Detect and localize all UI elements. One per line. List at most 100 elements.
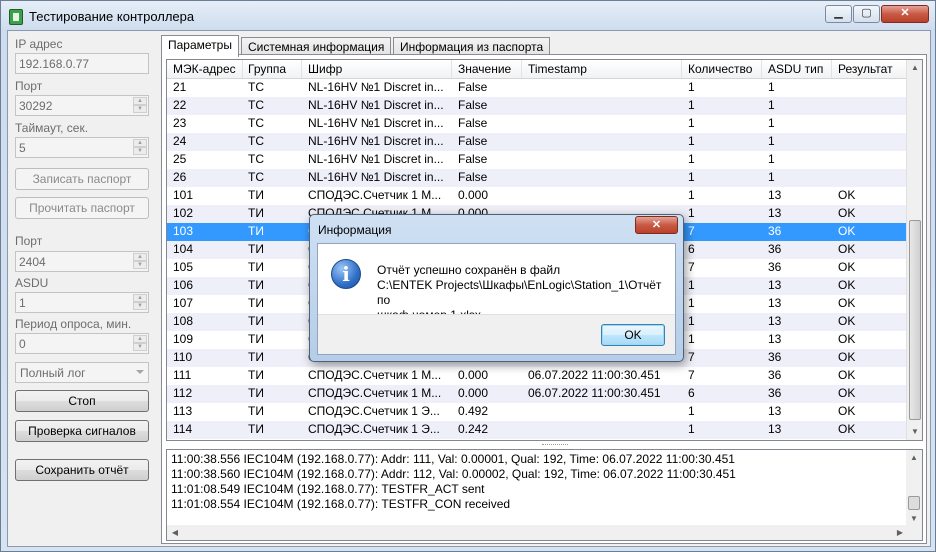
log-vertical-scrollbar[interactable]: ▲ ▼: [906, 450, 922, 526]
port1-spinner[interactable]: ▲ ▼: [133, 97, 147, 114]
table-cell: 06.07.2022 11:00:30.451: [528, 386, 661, 400]
period-spinner[interactable]: ▲ ▼: [133, 335, 147, 352]
table-cell: 1: [768, 152, 775, 166]
table-cell: ТИ: [248, 296, 264, 310]
table-cell: ТИ: [248, 350, 264, 364]
scroll-left-icon[interactable]: ◀: [167, 525, 183, 540]
scroll-down-icon[interactable]: ▼: [906, 512, 922, 526]
col-header[interactable]: Timestamp: [528, 62, 587, 76]
tab-parameters[interactable]: Параметры: [161, 35, 239, 57]
dialog-close-button[interactable]: ✕: [635, 216, 678, 234]
minimize-button[interactable]: ▁: [825, 5, 852, 23]
table-cell: OK: [838, 260, 856, 274]
timeout-spinner[interactable]: ▲ ▼: [133, 139, 147, 156]
table-row[interactable]: 22 ТС NL-16HV №1 Discret in... False 1 1: [167, 97, 908, 115]
table-row[interactable]: 25 ТС NL-16HV №1 Discret in... False 1 1: [167, 151, 908, 169]
period-field[interactable]: 0 ▲ ▼: [15, 333, 149, 354]
write-passport-button[interactable]: Записать паспорт: [15, 168, 149, 190]
log-horizontal-scrollbar[interactable]: ◀ ▶: [167, 525, 908, 540]
log-mode-select[interactable]: Полный лог: [15, 362, 149, 383]
table-cell: 6: [688, 386, 695, 400]
port1-field[interactable]: 30292 ▲ ▼: [15, 95, 149, 116]
table-cell: 1: [768, 170, 775, 184]
scroll-thumb[interactable]: [908, 496, 920, 510]
title-bar[interactable]: Тестирование контроллера ▁ ▢ ✕: [1, 1, 935, 31]
timeout-value: 5: [19, 141, 26, 155]
ip-label: IP адрес: [15, 37, 63, 51]
asdu-field[interactable]: 1 ▲ ▼: [15, 292, 149, 313]
table-cell: 1: [688, 296, 695, 310]
scroll-down-icon[interactable]: ▼: [907, 424, 922, 440]
table-cell: 6: [688, 242, 695, 256]
table-cell: 7: [688, 368, 695, 382]
check-signals-button[interactable]: Проверка сигналов: [15, 420, 149, 442]
table-cell: ТИ: [248, 368, 264, 382]
table-cell: False: [458, 80, 488, 94]
table-row[interactable]: 26 ТС NL-16HV №1 Discret in... False 1 1: [167, 169, 908, 187]
col-header[interactable]: Количество: [688, 62, 752, 76]
log-line: 11:01:08.554 IEC104M (192.168.0.77): TES…: [171, 497, 511, 511]
table-cell: 113: [173, 404, 193, 418]
table-cell: ТС: [248, 98, 264, 112]
ok-button[interactable]: OK: [601, 324, 665, 346]
table-cell: OK: [838, 350, 856, 364]
ip-field[interactable]: 192.168.0.77: [15, 53, 149, 74]
table-cell: ТИ: [248, 386, 264, 400]
table-cell: NL-16HV №1 Discret in...: [308, 170, 444, 184]
table-row[interactable]: 114 ТИ СПОДЭС.Счетчик 1 Э... 0.242 1 13 OK: [167, 421, 908, 439]
table-row[interactable]: 23 ТС NL-16HV №1 Discret in... False 1 1: [167, 115, 908, 133]
table-cell: OK: [838, 386, 856, 400]
info-dialog: Информация ✕ i Отчёт успешно сохранён в …: [309, 214, 684, 362]
table-cell: ТИ: [248, 260, 264, 274]
table-row[interactable]: 111 ТИ СПОДЭС.Счетчик 1 М... 0.000 06.07.202…: [167, 367, 908, 385]
table-cell: 22: [173, 98, 187, 112]
message-line: C:\ENTEK Projects\Шкафы\EnLogic\Station_…: [377, 278, 662, 307]
col-header[interactable]: Результат: [838, 62, 893, 76]
table-row[interactable]: 101 ТИ СПОДЭС.Счетчик 1 М... 0.000 1 13 OK: [167, 187, 908, 205]
table-cell: OK: [838, 314, 856, 328]
splitter-handle[interactable]: [542, 444, 568, 447]
log-line: 11:01:08.549 IEC104M (192.168.0.77): TES…: [171, 482, 485, 496]
table-cell: 1: [688, 152, 695, 166]
port2-value: 2404: [19, 255, 46, 269]
table-vertical-scrollbar[interactable]: ▲ ▼: [906, 60, 922, 440]
col-header[interactable]: ASDU тип: [768, 62, 823, 76]
port2-spinner[interactable]: ▲ ▼: [133, 253, 147, 270]
read-passport-button[interactable]: Прочитать паспорт: [15, 197, 149, 219]
col-header[interactable]: Шифр: [308, 62, 342, 76]
timeout-field[interactable]: 5 ▲ ▼: [15, 137, 149, 158]
table-row[interactable]: 113 ТИ СПОДЭС.Счетчик 1 Э... 0.492 1 13 OK: [167, 403, 908, 421]
close-button[interactable]: ✕: [881, 5, 929, 23]
log-mode-value: Полный лог: [20, 366, 86, 380]
scroll-up-icon[interactable]: ▲: [906, 450, 922, 466]
table-cell: СПОДЭС.Счетчик 1 Э...: [308, 422, 440, 436]
table-cell: 13: [768, 404, 782, 418]
col-header[interactable]: МЭК-адрес: [173, 62, 236, 76]
stop-button[interactable]: Стоп: [15, 390, 149, 412]
port2-field[interactable]: 2404 ▲ ▼: [15, 251, 149, 272]
table-cell: 0.492: [458, 404, 489, 418]
log-view[interactable]: 11:00:38.556 IEC104M (192.168.0.77): Add…: [166, 449, 923, 541]
col-header[interactable]: Группа: [248, 62, 286, 76]
table-cell: OK: [838, 404, 856, 418]
port1-value: 30292: [19, 99, 53, 113]
table-cell: False: [458, 170, 488, 184]
table-cell: NL-16HV №1 Discret in...: [308, 152, 444, 166]
save-report-button[interactable]: Сохранить отчёт: [15, 459, 149, 481]
table-cell: 1: [688, 80, 695, 94]
table-cell: 13: [768, 278, 782, 292]
dialog-title: Информация: [318, 223, 392, 237]
table-cell: СПОДЭС.Счетчик 1 М...: [308, 386, 442, 400]
table-cell: OK: [838, 224, 856, 238]
col-header[interactable]: Значение: [458, 62, 511, 76]
asdu-label: ASDU: [15, 276, 49, 290]
table-row[interactable]: 21 ТС NL-16HV №1 Discret in... False 1 1: [167, 79, 908, 97]
scroll-up-icon[interactable]: ▲: [907, 60, 922, 76]
table-row[interactable]: 112 ТИ СПОДЭС.Счетчик 1 М... 0.000 06.07.202…: [167, 385, 908, 403]
asdu-spinner[interactable]: ▲ ▼: [133, 294, 147, 311]
scroll-thumb[interactable]: [909, 220, 921, 420]
table-row[interactable]: 24 ТС NL-16HV №1 Discret in... False 1 1: [167, 133, 908, 151]
table-cell: 1: [688, 134, 695, 148]
maximize-button[interactable]: ▢: [853, 5, 880, 23]
table-cell: NL-16HV №1 Discret in...: [308, 116, 444, 130]
